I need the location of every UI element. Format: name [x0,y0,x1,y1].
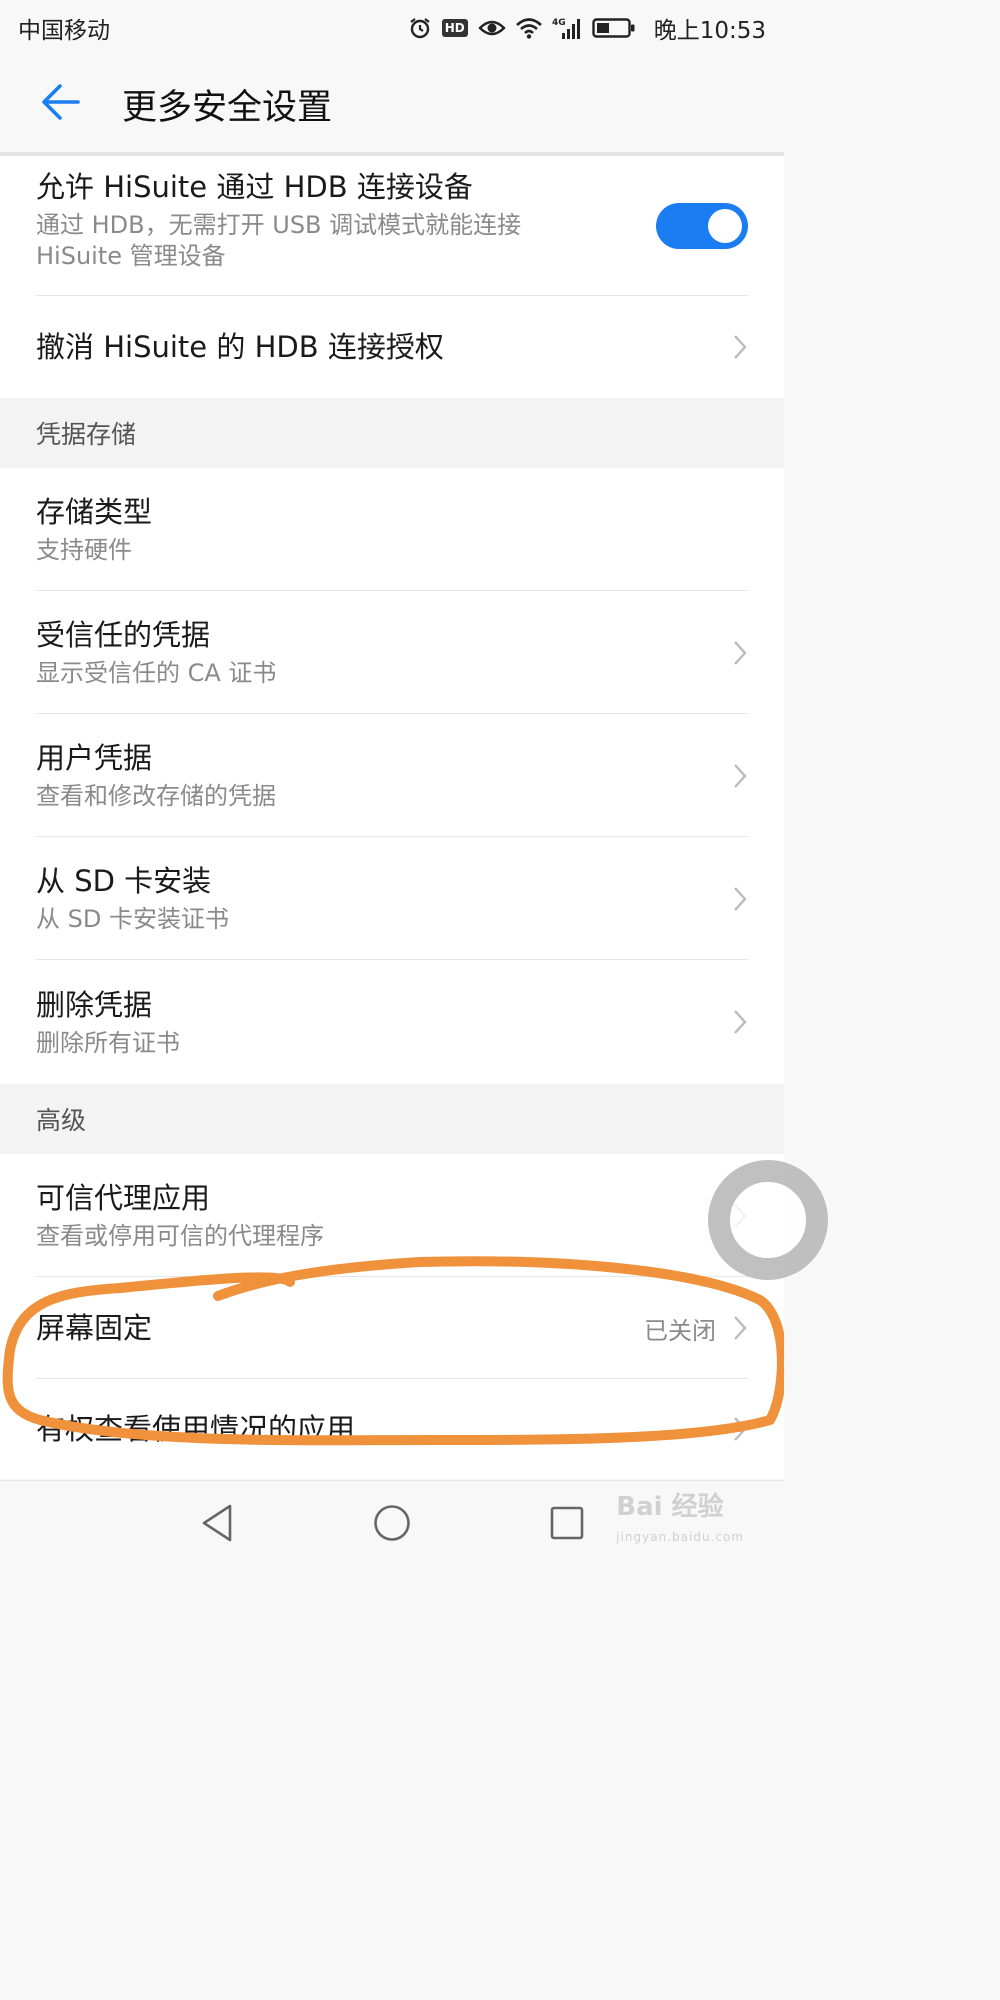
list-item-title: 存储类型 [36,495,153,529]
list-item-subtitle: 从 SD 卡安装证书 [36,905,229,933]
settings-list: 允许 HiSuite 通过 HDB 连接设备 通过 HDB，无需打开 USB 调… [0,156,784,1479]
chevron-right-icon [728,884,748,914]
trust-agents-title: 可信代理应用 [36,1181,211,1215]
carrier-name: 中国移动 [18,18,110,44]
list-item-title: 删除凭据 [36,987,153,1022]
chevron-right-icon [728,1414,748,1444]
advanced-header: 高级 [0,1084,784,1154]
square-icon [549,1505,585,1545]
eye-icon [478,18,506,38]
circle-icon [372,1503,412,1547]
battery-icon [592,17,636,39]
list-item-subtitle: 删除所有证书 [36,1028,180,1057]
watermark-brand: Bai 经验 [616,1492,724,1522]
app-bar: 更多安全设置 [0,56,784,152]
revoke-hdb-title: 撤消 HiSuite 的 HDB 连接授权 [36,330,444,364]
cellular-signal-icon: 4G [552,16,582,40]
chevron-right-icon [728,638,748,668]
list-item-title: 用户凭据 [36,741,153,775]
clock: 晚上10:53 [653,18,766,44]
triangle-left-icon [199,1503,235,1547]
baidu-jingyan-watermark: Bai 经验 jingyan.baidu.com [616,1492,744,1552]
allow-hdb-toggle[interactable] [656,203,748,249]
hdb-card: 允许 HiSuite 通过 HDB 连接设备 通过 HDB，无需打开 USB 调… [0,156,784,398]
allow-hdb-title: 允许 HiSuite 通过 HDB 连接设备 [36,170,473,204]
list-item-subtitle: 支持硬件 [36,536,132,564]
user-credentials-row[interactable]: 用户凭据 查看和修改存储的凭据 [0,714,784,837]
list-item-title: 从 SD 卡安装 [36,864,212,898]
nav-back-button[interactable] [187,1495,247,1555]
arrow-left-icon [38,82,82,126]
trust-agents-subtitle: 查看或停用可信的代理程序 [36,1222,324,1250]
toggle-knob [708,209,742,243]
install-from-sd-row[interactable]: 从 SD 卡安装 从 SD 卡安装证书 [0,837,784,960]
chevron-right-icon [728,1313,748,1343]
list-item-subtitle: 显示受信任的 CA 证书 [36,659,277,687]
list-item-title: 受信任的凭据 [36,618,211,652]
list-item-subtitle: 查看和修改存储的凭据 [36,782,276,810]
screen-pinning-row[interactable]: 屏幕固定 已关闭 [0,1277,784,1379]
status-bar: 中国移动 HD 4G 晚上10:53 [0,0,784,56]
alarm-icon [408,16,432,40]
floating-assistive-ball[interactable] [708,1160,828,1280]
wifi-icon [515,17,542,39]
svg-text:4G: 4G [552,18,566,28]
clear-credentials-row[interactable]: 删除凭据 删除所有证书 [0,960,784,1084]
storage-type-row: 存储类型 支持硬件 [0,468,784,591]
trusted-credentials-row[interactable]: 受信任的凭据 显示受信任的 CA 证书 [0,591,784,714]
screen-pinning-status: 已关闭 [644,1316,716,1345]
hd-icon: HD [441,19,468,37]
status-icons: HD 4G 晚上10:53 [408,11,766,45]
chevron-right-icon [728,332,748,362]
usage-access-title: 有权查看使用情况的应用 [36,1412,356,1446]
watermark-url: jingyan.baidu.com [616,1530,744,1544]
nav-home-button[interactable] [362,1495,422,1555]
page-title: 更多安全设置 [122,87,333,128]
trust-agents-row[interactable]: 可信代理应用 查看或停用可信的代理程序 [0,1154,784,1277]
advanced-card: 可信代理应用 查看或停用可信的代理程序 屏幕固定 已关闭 有权查看使用情况的应用 [0,1154,784,1479]
chevron-right-icon [728,1007,748,1037]
nav-recents-button[interactable] [537,1495,597,1555]
back-button[interactable] [20,56,100,152]
screen-pinning-title: 屏幕固定 [36,1311,153,1345]
allow-hdb-row[interactable]: 允许 HiSuite 通过 HDB 连接设备 通过 HDB，无需打开 USB 调… [0,156,784,296]
credential-storage-header: 凭据存储 [0,398,784,468]
chevron-right-icon [728,761,748,791]
allow-hdb-subtitle: 通过 HDB，无需打开 USB 调试模式就能连接 HiSuite 管理设备 [36,211,522,270]
credential-storage-card: 存储类型 支持硬件 受信任的凭据 显示受信任的 CA 证书 用户凭据 查看和修改… [0,468,784,1084]
revoke-hdb-row[interactable]: 撤消 HiSuite 的 HDB 连接授权 [0,296,784,398]
usage-access-row[interactable]: 有权查看使用情况的应用 [0,1379,784,1479]
